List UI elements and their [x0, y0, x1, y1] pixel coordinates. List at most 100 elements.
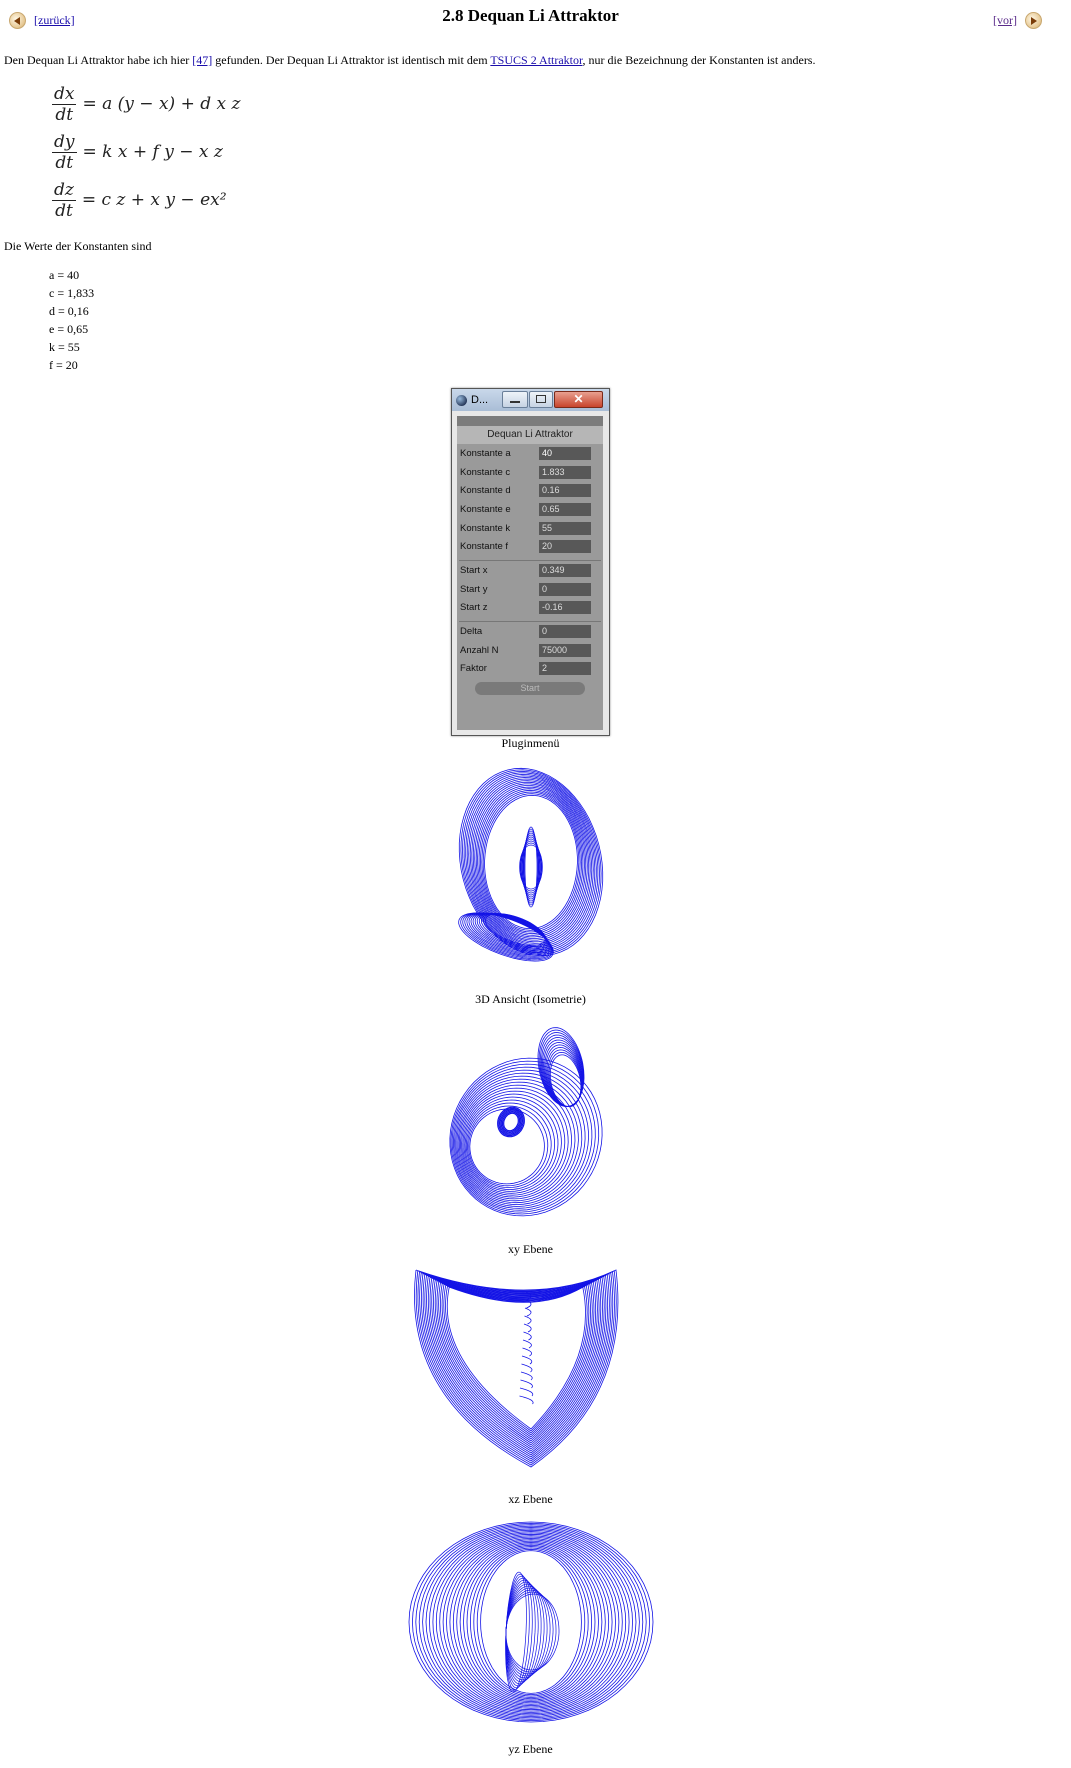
eq-rhs: = c z + x y − ex²: [81, 190, 227, 210]
trajectory-curve: [435, 1532, 626, 1712]
param-input[interactable]: 0.65: [539, 502, 591, 516]
trajectory-curve: [521, 1347, 532, 1357]
param-label: Konstante a: [460, 447, 511, 459]
dialog-title: D...: [471, 394, 489, 406]
param-input[interactable]: 20: [539, 540, 591, 554]
param-input[interactable]: 1.833: [539, 465, 591, 479]
param-row: Start y 0: [457, 580, 603, 599]
param-row: Start z -0.16: [457, 599, 603, 618]
param-label: Konstante d: [460, 485, 511, 497]
param-input[interactable]: -0.16: [539, 601, 591, 615]
param-row: Konstante k 55: [457, 519, 603, 538]
param-row: Konstante f 20: [457, 537, 603, 556]
param-input[interactable]: 0: [539, 582, 591, 596]
next-link[interactable]: [vor]: [993, 13, 1017, 28]
trajectory-curve: [520, 1371, 533, 1381]
trajectory-curve: [523, 1323, 532, 1333]
reference-link[interactable]: [47]: [192, 53, 212, 67]
trajectory-curve: [411, 1522, 650, 1722]
maximize-button[interactable]: [529, 391, 553, 408]
trajectory-curve: [459, 1542, 602, 1702]
param-input[interactable]: 0: [539, 625, 591, 639]
trajectory-curve: [429, 1277, 603, 1450]
value-item: d = 0,16: [49, 304, 89, 318]
nav-next[interactable]: [vor]: [993, 12, 1042, 29]
app-icon: [456, 394, 467, 406]
param-row: Konstante a 40: [457, 444, 603, 463]
trajectory-curve: [522, 1331, 532, 1341]
figure-caption: xy Ebene: [508, 1242, 553, 1256]
param-label: Konstante k: [460, 522, 511, 534]
param-input[interactable]: 55: [539, 521, 591, 535]
arrow-right-icon[interactable]: [1025, 12, 1042, 29]
intro-text-3: , nur die Bezeichnung der Konstanten ist…: [582, 53, 816, 67]
trajectory-curve: [462, 1543, 599, 1701]
equation-dx: dx dt = a (y − x) + d x z: [52, 82, 240, 126]
tsucs-link[interactable]: TSUCS 2 Attraktor: [490, 53, 582, 67]
plugin-caption: Pluginmenü: [501, 736, 560, 750]
figure-xy: xy Ebene: [0, 1012, 1061, 1257]
eq-denominator: dt: [55, 104, 74, 125]
intro-text-2: gefunden. Der Dequan Li Attraktor ist id…: [212, 53, 491, 67]
panel-heading: Dequan Li Attraktor: [457, 426, 603, 444]
value-item: e = 0,65: [49, 322, 89, 336]
trajectory-curve: [408, 1521, 653, 1723]
minimize-button[interactable]: [502, 391, 528, 408]
param-input[interactable]: 40: [539, 446, 591, 460]
equations: dx dt = a (y − x) + d x z dy dt = k x + f …: [52, 82, 240, 226]
attractor-xz-image: [413, 1269, 618, 1468]
value-item: f = 20: [49, 358, 78, 372]
dialog-titlebar: D... ✕: [452, 389, 609, 411]
attractor-yz-image: [408, 1521, 653, 1723]
trajectory-curve: [444, 1285, 588, 1432]
trajectory-curve: [455, 1540, 606, 1704]
trajectory-curve: [431, 1531, 629, 1713]
param-input[interactable]: 0.16: [539, 484, 591, 498]
param-label: Konstante e: [460, 503, 511, 515]
param-row: Start x 0.349: [457, 561, 603, 580]
attractor-xy-image: [448, 1027, 603, 1217]
figure-caption: 3D Ansicht (Isometrie): [475, 992, 586, 1006]
param-row: Konstante c 1.833: [457, 463, 603, 482]
eq-numerator: dx: [52, 83, 77, 105]
figure-xz: xz Ebene: [0, 1262, 1061, 1507]
trajectory-curve: [524, 1307, 531, 1317]
plugin-figure: D... ✕ Dequan Li Attraktor Konstante a 40…: [0, 388, 1061, 751]
value-item: k = 55: [49, 340, 80, 354]
figure-3d: 3D Ansicht (Isometrie): [0, 762, 1061, 1007]
trajectory-curve: [446, 1286, 586, 1430]
param-row: Delta 0: [457, 622, 603, 641]
figure-yz: yz Ebene: [0, 1512, 1061, 1757]
param-input[interactable]: 0.349: [539, 563, 591, 577]
param-label: Konstante f: [460, 541, 509, 553]
trajectory-curve: [466, 1102, 552, 1189]
equation-dy: dy dt = k x + f y − x z: [52, 130, 240, 174]
eq-rhs: = a (y − x) + d x z: [82, 94, 241, 114]
param-label: Anzahl N: [460, 644, 499, 656]
start-button[interactable]: Start: [475, 682, 585, 696]
param-row: Faktor 2: [457, 660, 603, 679]
trajectory-curve: [476, 1548, 585, 1696]
close-button[interactable]: ✕: [554, 391, 603, 408]
param-row: Anzahl N 75000: [457, 641, 603, 660]
param-input[interactable]: 75000: [539, 643, 591, 657]
trajectory-curve: [452, 1539, 609, 1705]
eq-denominator: dt: [55, 152, 74, 173]
trajectory-curve: [445, 1536, 616, 1708]
param-row: Konstante d 0.16: [457, 481, 603, 500]
value-item: c = 1,833: [49, 286, 95, 300]
trajectory-curve: [472, 781, 589, 943]
eq-numerator: dz: [52, 179, 76, 201]
eq-rhs: = k x + f y − x z: [82, 142, 223, 162]
trajectory-curve: [519, 1379, 533, 1389]
values-title: Die Werte der Konstanten sind: [4, 239, 152, 253]
trajectory-curve: [523, 1315, 531, 1325]
trajectory-curve: [521, 1355, 532, 1365]
plugin-dialog: D... ✕ Dequan Li Attraktor Konstante a 40…: [451, 388, 610, 736]
param-input[interactable]: 2: [539, 662, 591, 676]
values-list: a = 40 c = 1,833 d = 0,16 e = 0,65 k = 5…: [49, 266, 94, 374]
trajectory-curve: [505, 1593, 559, 1671]
trajectory-curve: [421, 1527, 640, 1717]
eq-numerator: dy: [52, 131, 77, 153]
trajectory-curve: [519, 1387, 533, 1397]
